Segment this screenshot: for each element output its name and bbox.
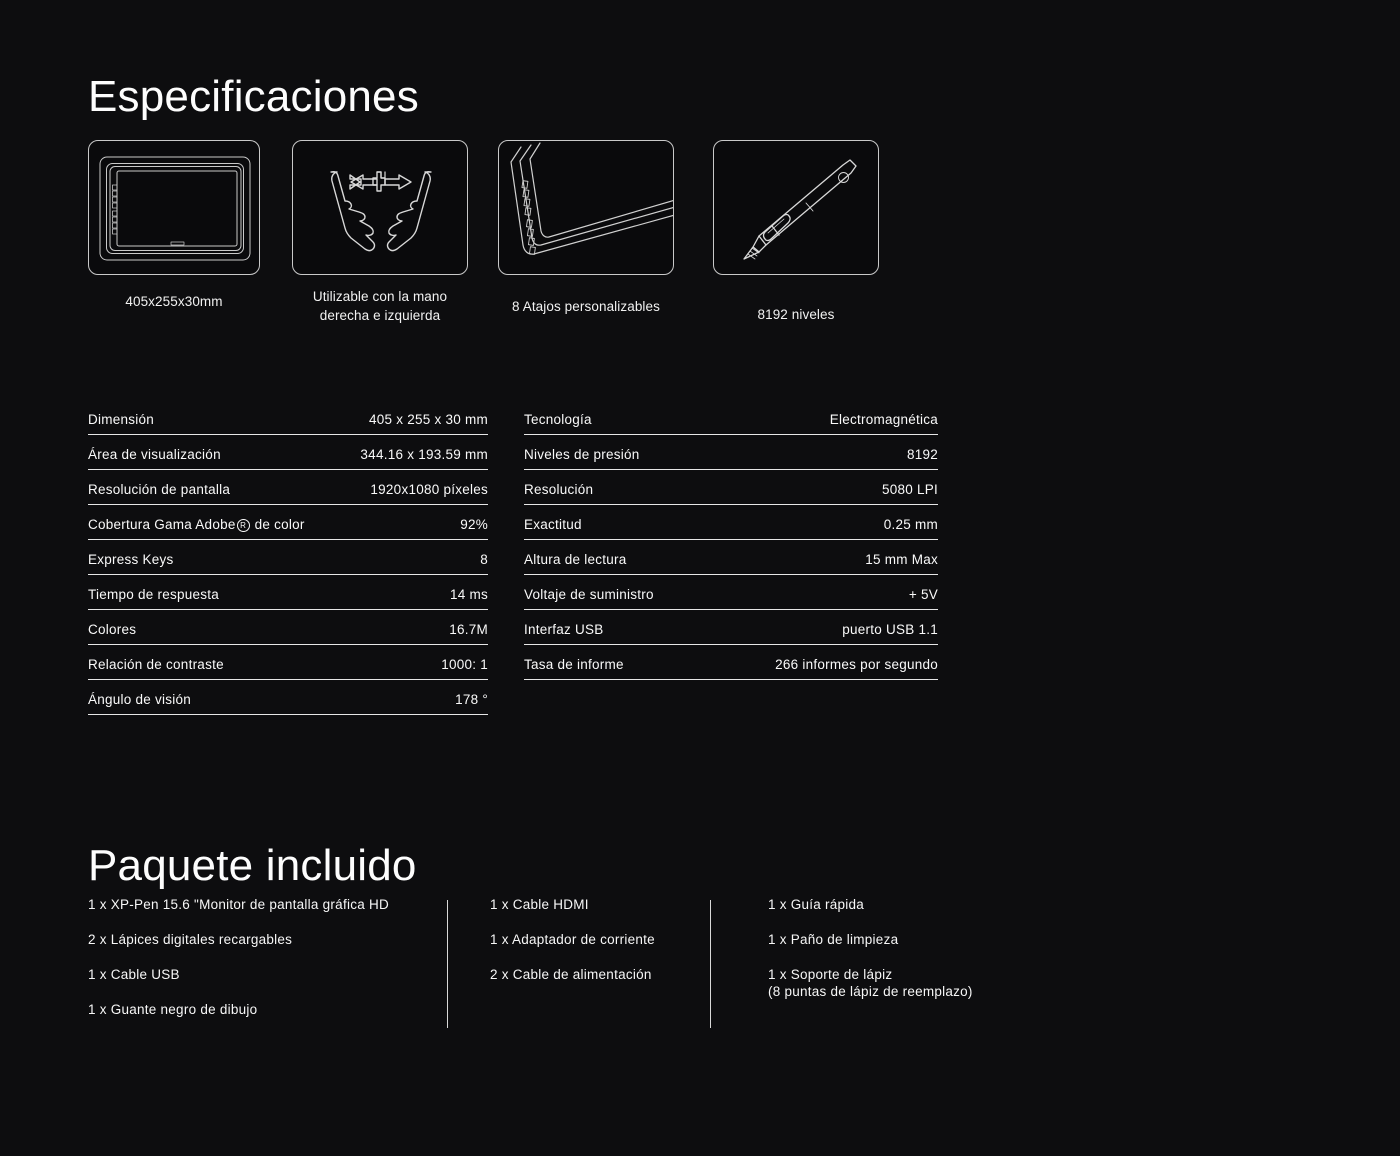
spec-value: + 5V [908, 587, 938, 602]
spec-value: Electromagnética [829, 412, 938, 427]
spec-row: Colores 16.7M [88, 610, 488, 645]
spec-label: Tiempo de respuesta [88, 587, 220, 602]
tablet-express-keys-corner-icon [498, 140, 674, 275]
package-list-item: 2 x Lápices digitales recargables [88, 932, 293, 947]
feature-caption: 8192 niveles [757, 307, 835, 322]
spec-label: Dimensión [88, 412, 155, 427]
package-contents-list: 1 x XP-Pen 15.6 "Monitor de pantalla grá… [88, 896, 1048, 1031]
page-title-especificaciones: Especificaciones [88, 72, 419, 122]
stylus-pen-icon [713, 140, 879, 275]
page-title-paquete-incluido: Paquete incluido [88, 841, 417, 891]
spec-value: puerto USB 1.1 [842, 622, 938, 637]
package-column-1: 1 x XP-Pen 15.6 "Monitor de pantalla grá… [88, 896, 438, 1036]
spec-value: 92% [460, 517, 488, 532]
spec-row: Cobertura Gama Adobe R de color 92% [88, 505, 488, 540]
spec-value: 0.25 mm [883, 517, 938, 532]
package-list-item: 1 x Guante negro de dibujo [88, 1002, 258, 1017]
spec-value: 178 ° [455, 692, 488, 707]
spec-row: Resolución de pantalla 1920x1080 píxeles [88, 470, 488, 505]
feature-icon-strip: 405x255x30mm Utilizable con la mano dere… [88, 140, 888, 330]
feature-item-pressure-levels: 8192 niveles [713, 140, 879, 324]
graphic-tablet-front-icon [88, 140, 260, 275]
spec-row: Altura de lectura 15 mm Max [524, 540, 938, 575]
spec-value: 5080 LPI [881, 482, 938, 497]
spec-label: Interfaz USB [524, 622, 604, 637]
spec-row: Tiempo de respuesta 14 ms [88, 575, 488, 610]
spec-row: Interfaz USB puerto USB 1.1 [524, 610, 938, 645]
spec-value: 15 mm Max [865, 552, 938, 567]
package-list-item: 1 x Soporte de lápiz (8 puntas de lápiz … [768, 967, 973, 999]
package-list-item: 2 x Cable de alimentación [490, 967, 652, 982]
spec-value: 1920x1080 píxeles [370, 482, 488, 497]
spec-row: Tasa de informe 266 informes por segundo [524, 645, 938, 680]
spec-row: Relación de contraste 1000: 1 [88, 645, 488, 680]
spec-label: Express Keys [88, 552, 174, 567]
package-list-item: 1 x Guía rápida [768, 897, 865, 912]
package-column-2: 1 x Cable HDMI 1 x Adaptador de corriente… [490, 896, 750, 1001]
spec-row: Resolución 5080 LPI [524, 470, 938, 505]
spec-value: 8192 [906, 447, 938, 462]
both-hands-arrows-icon [292, 140, 468, 275]
package-list-item: 1 x XP-Pen 15.6 "Monitor de pantalla grá… [88, 897, 389, 912]
spec-value: 344.16 x 193.59 mm [360, 447, 488, 462]
spec-row: Exactitud 0.25 mm [524, 505, 938, 540]
spec-label: Colores [88, 622, 137, 637]
spec-row: Voltaje de suministro + 5V [524, 575, 938, 610]
feature-item-dimensions: 405x255x30mm [88, 140, 260, 311]
spec-row: Área de visualización 344.16 x 193.59 mm [88, 435, 488, 470]
spec-value: 405 x 255 x 30 mm [368, 412, 488, 427]
spec-label: Tasa de informe [524, 657, 624, 672]
spec-label: Área de visualización [88, 447, 221, 462]
package-list-item: 1 x Adaptador de corriente [490, 932, 655, 947]
spec-value: 266 informes por segundo [775, 657, 938, 672]
spec-value: 16.7M [449, 622, 488, 637]
spec-label: Voltaje de suministro [524, 587, 654, 602]
spec-row: Tecnología Electromagnética [524, 400, 938, 435]
spec-value: 14 ms [449, 587, 488, 602]
spec-label: Altura de lectura [524, 552, 627, 567]
spec-row: Dimensión 405 x 255 x 30 mm [88, 400, 488, 435]
feature-caption: Utilizable con la mano derecha e izquier… [312, 289, 448, 323]
spec-label: Resolución de pantalla [88, 482, 231, 497]
spec-label: Relación de contraste [88, 657, 224, 672]
registered-trademark-icon: R [236, 519, 250, 532]
package-list-item: 1 x Cable USB [88, 967, 180, 982]
spec-row: Niveles de presión 8192 [524, 435, 938, 470]
feature-item-express-keys: 8 Atajos personalizables [498, 140, 674, 316]
spec-value: 1000: 1 [441, 657, 488, 672]
package-column-divider [447, 900, 448, 1028]
spec-label: Resolución [524, 482, 594, 497]
package-column-3: 1 x Guía rápida 1 x Paño de limpieza 1 x S… [768, 896, 1048, 1018]
spec-label: Exactitud [524, 517, 582, 532]
package-list-item: 1 x Paño de limpieza [768, 932, 899, 947]
spec-value: 8 [480, 552, 488, 567]
spec-label: Ángulo de visión [88, 692, 192, 707]
spec-table-left: Dimensión 405 x 255 x 30 mm Área de visual… [88, 400, 488, 715]
spec-table-right: Tecnología Electromagnética Niveles de pre… [524, 400, 938, 680]
feature-item-handedness: Utilizable con la mano derecha e izquier… [292, 140, 468, 325]
spec-row: Express Keys 8 [88, 540, 488, 575]
spec-row: Ángulo de visión 178 ° [88, 680, 488, 715]
spec-label: Cobertura Gama Adobe R de color [88, 517, 305, 532]
spec-page: Especificaciones 405x255x30mm Utilizable… [0, 0, 1400, 1156]
feature-caption: 8 Atajos personalizables [512, 299, 660, 314]
spec-label: Niveles de presión [524, 447, 640, 462]
package-list-item: 1 x Cable HDMI [490, 897, 589, 912]
feature-caption: 405x255x30mm [125, 294, 223, 309]
spec-label: Tecnología [524, 412, 592, 427]
